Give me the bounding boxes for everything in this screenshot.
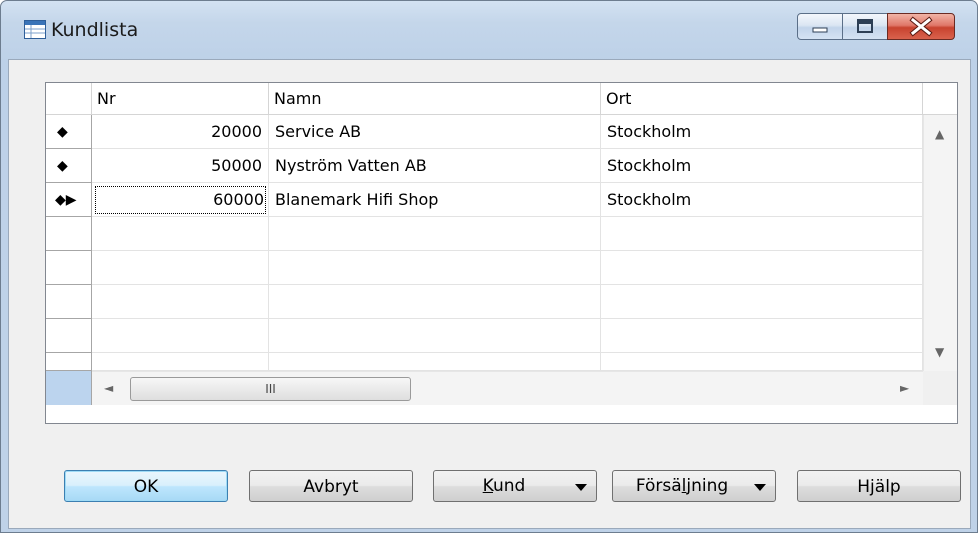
scroll-corner [923, 371, 957, 405]
empty-cell[interactable] [269, 217, 601, 251]
empty-cell[interactable] [601, 353, 923, 371]
close-button[interactable] [887, 13, 955, 40]
cell-ort[interactable]: Stockholm [601, 115, 923, 149]
empty-cell[interactable] [601, 217, 923, 251]
empty-cell[interactable] [92, 217, 269, 251]
minimize-button[interactable] [797, 13, 843, 40]
sales-label-pre: Försä [635, 476, 682, 496]
cell-namn[interactable]: Service AB [269, 115, 601, 149]
ok-button[interactable]: OK [64, 470, 228, 502]
window-title: Kundlista [51, 19, 139, 41]
dialog-body: Nr Namn Ort ◆ 20000 Service AB Stockholm… [8, 59, 971, 529]
customer-grid[interactable]: Nr Namn Ort ◆ 20000 Service AB Stockholm… [45, 82, 958, 424]
cell-nr[interactable]: 50000 [92, 149, 269, 183]
cell-nr-focused[interactable]: 60000 [92, 183, 269, 217]
cell-ort[interactable]: Stockholm [601, 149, 923, 183]
dropdown-arrow-icon [754, 484, 766, 491]
empty-cell[interactable] [269, 353, 601, 371]
grip-icon: III [265, 382, 276, 396]
row-selector-current[interactable]: ◆▶ [46, 183, 92, 217]
title-bar[interactable]: Kundlista [1, 1, 977, 57]
row-selector-header [46, 83, 92, 115]
cell-ort[interactable]: Stockholm [601, 183, 923, 217]
empty-cell[interactable] [92, 285, 269, 319]
row-selector-empty[interactable] [46, 353, 92, 371]
row-selector-empty[interactable] [46, 251, 92, 285]
scroll-down-icon[interactable]: ▼ [935, 345, 944, 359]
scroll-right-icon[interactable]: ► [900, 381, 909, 395]
close-icon [909, 16, 933, 37]
table-list-icon [24, 20, 46, 39]
column-header-nr[interactable]: Nr [92, 83, 269, 115]
help-button[interactable]: Hjälp [797, 470, 961, 502]
minimize-icon [812, 27, 828, 33]
scroll-up-icon[interactable]: ▲ [935, 127, 944, 141]
empty-cell[interactable] [269, 251, 601, 285]
empty-cell[interactable] [601, 251, 923, 285]
column-header-namn[interactable]: Namn [269, 83, 601, 115]
dropdown-arrow-icon [575, 484, 587, 491]
empty-cell[interactable] [601, 319, 923, 353]
customer-menu-button[interactable]: Kund [433, 470, 597, 502]
column-header-ort[interactable]: Ort [601, 83, 923, 115]
empty-cell[interactable] [269, 319, 601, 353]
customer-label-mnemonic: K [482, 476, 493, 496]
sales-menu-button[interactable]: Försäljning [612, 470, 776, 502]
header-filler [923, 83, 957, 115]
cell-namn[interactable]: Blanemark Hifi Shop [269, 183, 601, 217]
maximize-icon [857, 19, 873, 33]
row-selector[interactable]: ◆ [46, 149, 92, 183]
kundlista-window: Kundlista Nr Namn Ort ◆ 20000 Service AB… [0, 0, 978, 533]
sales-label-post: jning [686, 476, 729, 496]
maximize-button[interactable] [842, 13, 888, 40]
cell-nr[interactable]: 20000 [92, 115, 269, 149]
row-selector-empty[interactable] [46, 319, 92, 353]
row-selector-empty[interactable] [46, 217, 92, 251]
empty-cell[interactable] [92, 251, 269, 285]
row-selector[interactable]: ◆ [46, 115, 92, 149]
empty-cell[interactable] [92, 353, 269, 371]
row-selector-empty[interactable] [46, 285, 92, 319]
horizontal-scrollbar[interactable]: ◄ III ► [92, 371, 923, 405]
scroll-left-icon[interactable]: ◄ [104, 381, 113, 395]
empty-cell[interactable] [269, 285, 601, 319]
grid-corner [46, 371, 92, 405]
empty-cell[interactable] [92, 319, 269, 353]
scroll-thumb[interactable]: III [130, 377, 411, 401]
cell-namn[interactable]: Nyström Vatten AB [269, 149, 601, 183]
cancel-button[interactable]: Avbryt [249, 470, 413, 502]
empty-cell[interactable] [601, 285, 923, 319]
customer-label-post: und [492, 476, 526, 496]
vertical-scrollbar[interactable]: ▲ ▼ [923, 115, 957, 371]
